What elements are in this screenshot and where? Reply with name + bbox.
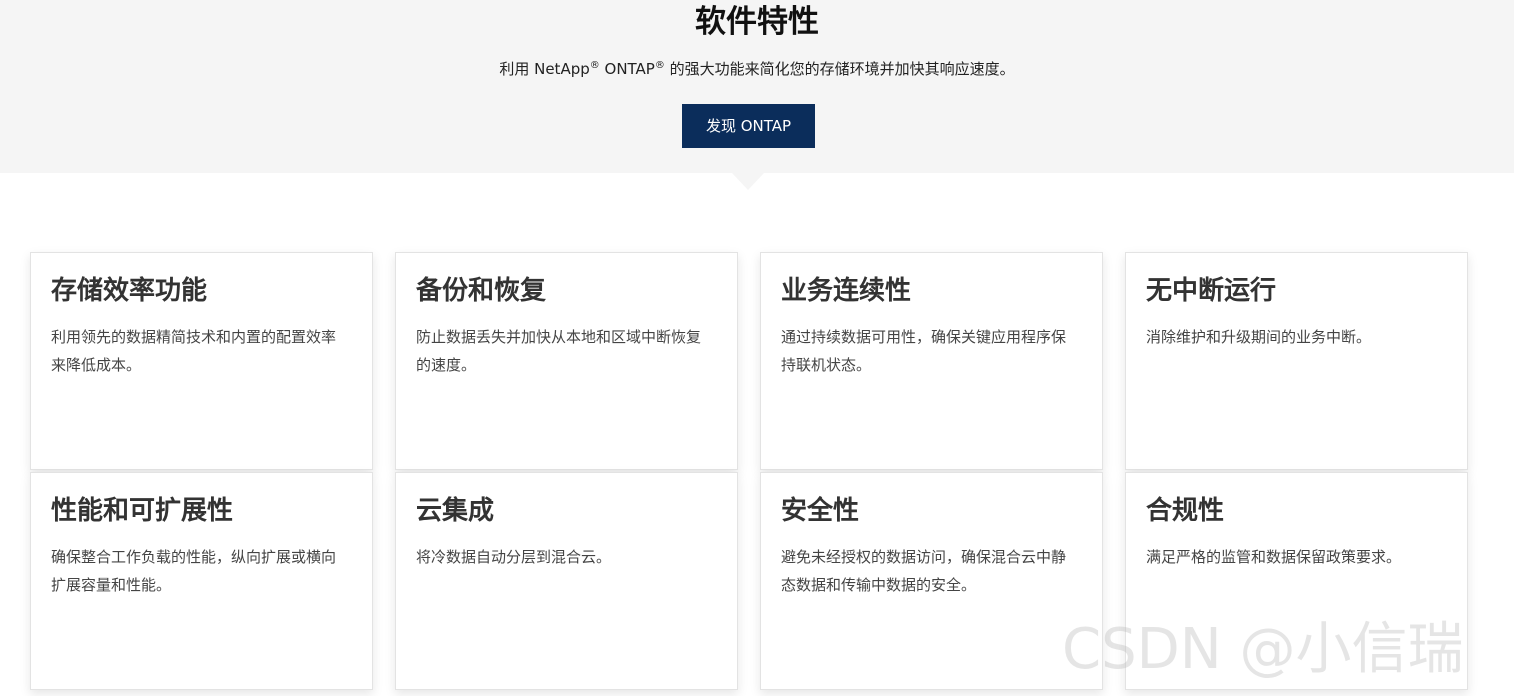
registered-mark-2: ® [654,60,665,71]
feature-card-title: 无中断运行 [1146,276,1277,306]
feature-card-compliance[interactable]: 合规性 满足严格的监管和数据保留政策要求。 [1125,472,1468,690]
feature-card-description: 利用领先的数据精简技术和内置的配置效率来降低成本。 [51,328,337,374]
feature-card-title: 性能和可扩展性 [51,496,234,526]
hero-subtitle: 利用 NetApp® ONTAP® 的强大功能来简化您的存储环境并加快其响应速度… [0,58,1514,80]
hero-pointer-notch [732,173,764,190]
feature-card-title: 云集成 [416,496,495,526]
feature-card-business-continuity[interactable]: 业务连续性 通过持续数据可用性，确保关键应用程序保持联机状态。 [760,252,1103,470]
registered-mark: ® [589,60,600,71]
feature-card-nondisruptive-operations[interactable]: 无中断运行 消除维护和升级期间的业务中断。 [1125,252,1468,470]
subtitle-text-start: 利用 NetApp [499,60,590,78]
page-title: 软件特性 [695,4,819,40]
feature-card-title: 存储效率功能 [51,276,208,306]
feature-card-description: 避免未经授权的数据访问，确保混合云中静态数据和传输中数据的安全。 [781,548,1067,594]
feature-card-description: 通过持续数据可用性，确保关键应用程序保持联机状态。 [781,328,1067,374]
feature-card-title: 业务连续性 [781,276,912,306]
feature-card-backup-recovery[interactable]: 备份和恢复 防止数据丢失并加快从本地和区域中断恢复的速度。 [395,252,738,470]
feature-card-storage-efficiency[interactable]: 存储效率功能 利用领先的数据精简技术和内置的配置效率来降低成本。 [30,252,373,470]
feature-card-title: 备份和恢复 [416,276,547,306]
feature-card-cloud-integration[interactable]: 云集成 将冷数据自动分层到混合云。 [395,472,738,690]
feature-card-performance-scalability[interactable]: 性能和可扩展性 确保整合工作负载的性能，纵向扩展或横向扩展容量和性能。 [30,472,373,690]
feature-card-title: 安全性 [781,496,860,526]
feature-card-description: 将冷数据自动分层到混合云。 [416,548,612,566]
feature-card-description: 防止数据丢失并加快从本地和区域中断恢复的速度。 [416,328,702,374]
feature-card-description: 消除维护和升级期间的业务中断。 [1146,328,1372,346]
feature-card-security[interactable]: 安全性 避免未经授权的数据访问，确保混合云中静态数据和传输中数据的安全。 [760,472,1103,690]
subtitle-text-end: 的强大功能来简化您的存储环境并加快其响应速度。 [664,60,1015,78]
hero-section: 软件特性 利用 NetApp® ONTAP® 的强大功能来简化您的存储环境并加快… [0,0,1514,173]
subtitle-text-product: ONTAP [599,60,655,78]
feature-card-title: 合规性 [1146,496,1225,526]
discover-ontap-button[interactable]: 发现 ONTAP [682,104,815,148]
feature-card-description: 满足严格的监管和数据保留政策要求。 [1146,548,1402,566]
feature-card-description: 确保整合工作负载的性能，纵向扩展或横向扩展容量和性能。 [51,548,337,594]
